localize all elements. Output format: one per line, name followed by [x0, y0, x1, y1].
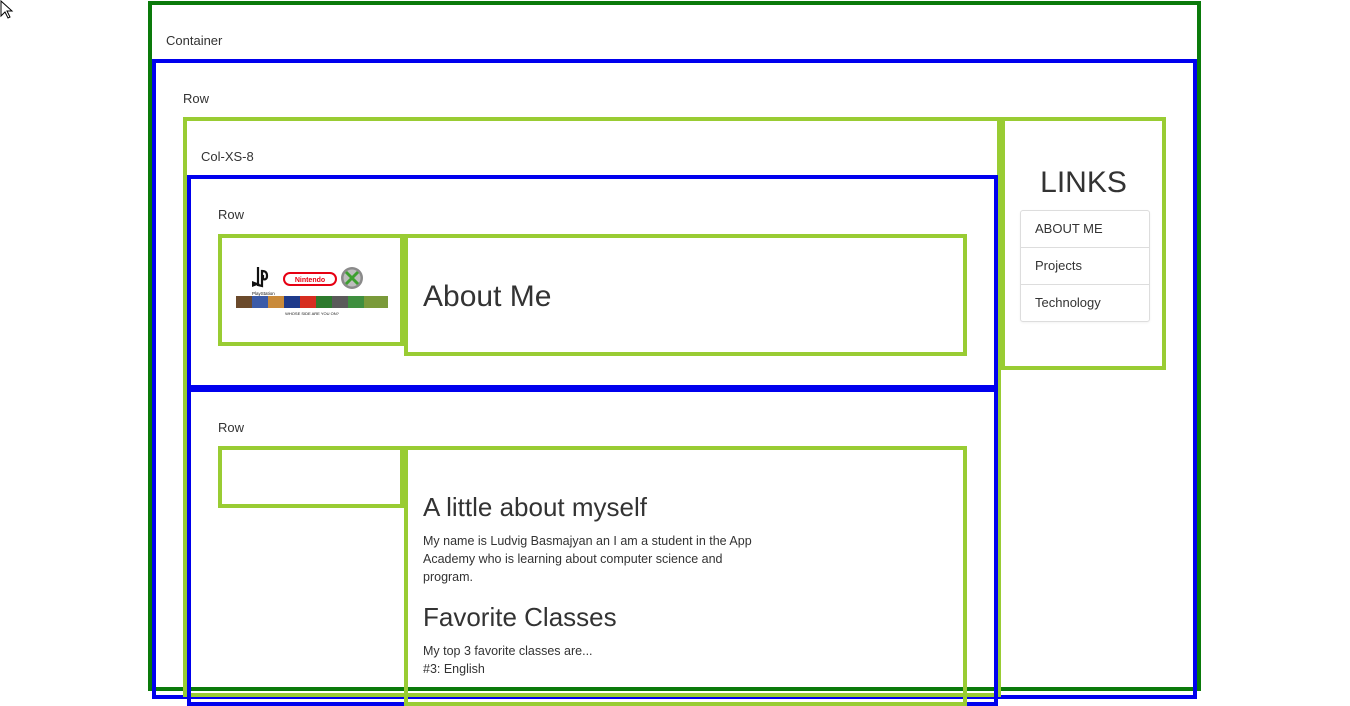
links-list: ABOUT ME Projects Technology [1020, 210, 1150, 322]
console-logos-image: PlayStation Nintendo WHOSE SIDE ARE YOU … [236, 267, 388, 316]
playstation-logo: PlayStation [252, 267, 275, 296]
playstation-text: PlayStation [252, 291, 275, 296]
row-label: Row [183, 91, 210, 106]
section-title-classes: Favorite Classes [423, 602, 617, 632]
logo-tagline: WHOSE SIDE ARE YOU ON? [285, 311, 339, 316]
xbox-logo [341, 267, 363, 289]
row-bottom-label: Row [218, 420, 245, 435]
col-label: Col-XS-8 [201, 149, 254, 164]
section-text-classes-item: #3: English [423, 662, 485, 676]
page-title: About Me [423, 280, 552, 313]
link-technology[interactable]: Technology [1021, 285, 1149, 321]
section-title-about: A little about myself [423, 492, 647, 522]
row-top-label: Row [218, 207, 245, 222]
links-title: LINKS [1040, 166, 1127, 199]
empty-column [218, 446, 404, 508]
section-text-about: My name is Ludvig Basmajyan an I am a st… [423, 534, 752, 584]
mouse-cursor-icon [0, 0, 14, 19]
nintendo-text: Nintendo [295, 277, 325, 284]
nintendo-logo: Nintendo [283, 272, 337, 286]
container-label: Container [166, 33, 223, 48]
characters-strip [236, 296, 388, 308]
section-text-classes-intro: My top 3 favorite classes are... [423, 644, 593, 658]
link-about-me[interactable]: ABOUT ME [1021, 211, 1149, 248]
link-projects[interactable]: Projects [1021, 248, 1149, 285]
